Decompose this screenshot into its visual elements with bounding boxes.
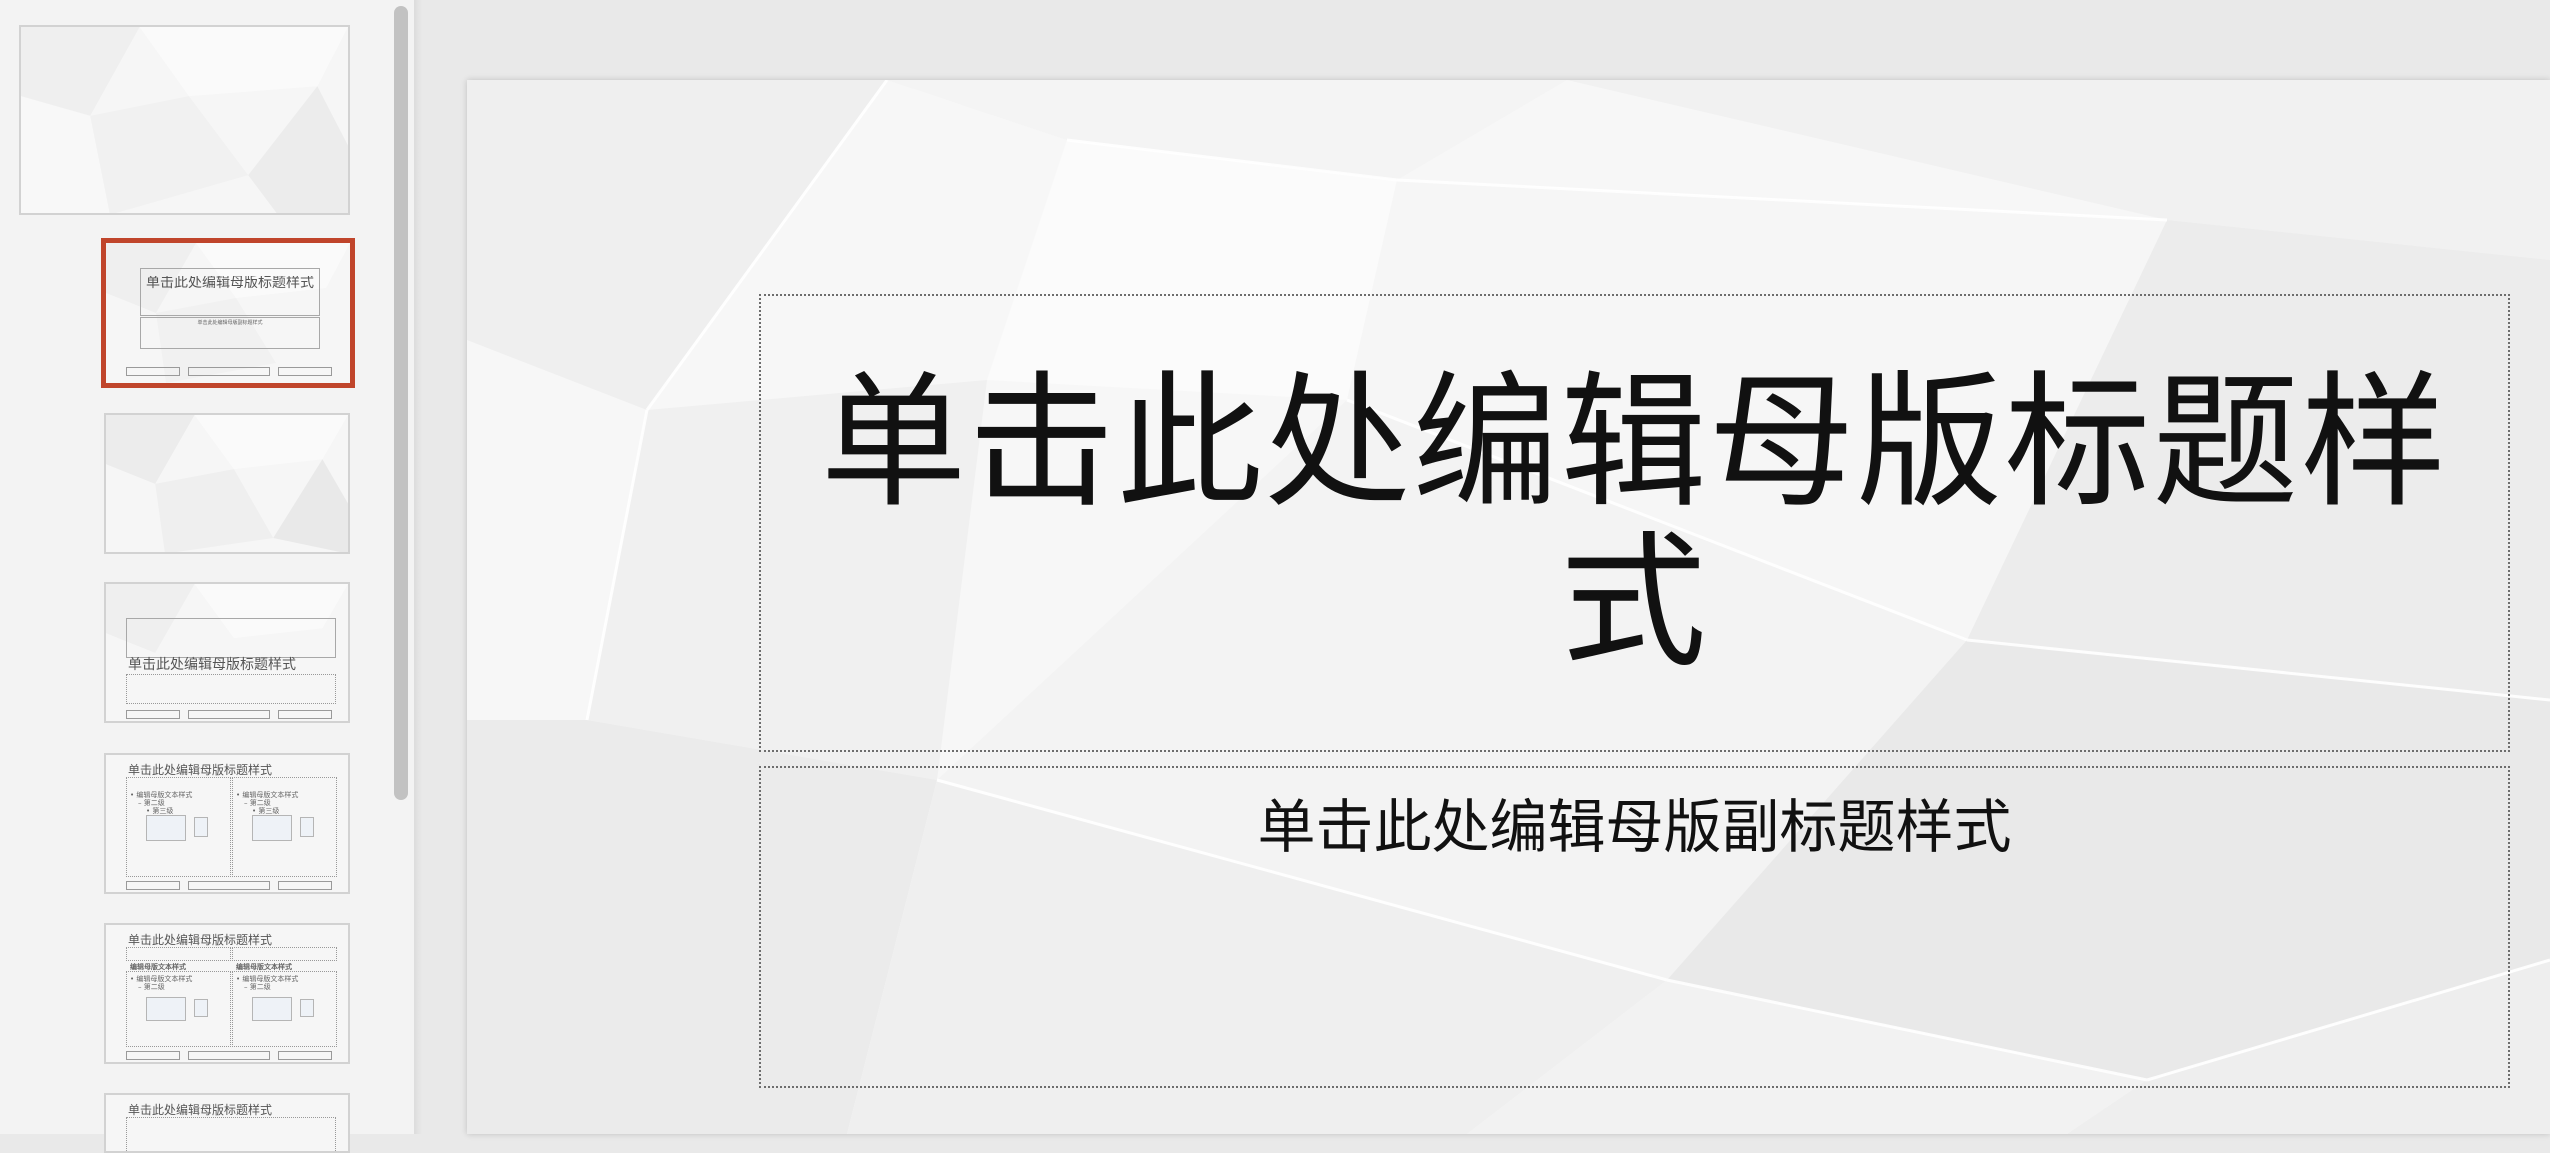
thumb-footer-text	[188, 710, 270, 719]
title-placeholder[interactable]: 单击此处编辑母版标题样式	[759, 294, 2510, 752]
thumbnail-scrollbar-thumb[interactable]	[394, 6, 408, 800]
thumb-right-heading: • 编辑母版文本样式	[236, 791, 299, 799]
thumb-left-heading: • 编辑母版文本样式	[130, 791, 193, 799]
thumb-footer-text	[188, 1051, 270, 1060]
thumb-right-level3: • 第三级	[252, 807, 280, 815]
thumbnail-comparison-layout[interactable]: 单击此处编辑母版标题样式 编辑母版文本样式 编辑母版文本样式 • 编辑母版文本样…	[104, 923, 350, 1064]
thumbnail-two-content-layout[interactable]: 单击此处编辑母版标题样式 • 编辑母版文本样式 – 第二级 • 第三级 • 编辑…	[104, 753, 350, 894]
background-pattern	[21, 27, 348, 213]
thumb-footer-number	[278, 881, 332, 890]
thumb-left-label-box	[126, 947, 231, 961]
background-pattern	[106, 415, 348, 552]
thumb-right-heading: • 编辑母版文本样式	[236, 975, 299, 983]
thumb-left-picture	[146, 815, 186, 841]
thumb-title-text: 单击此处编辑母版标题样式	[128, 763, 273, 777]
title-placeholder-text[interactable]: 单击此处编辑母版标题样式	[761, 363, 2508, 683]
thumb-subtitle-text: 单击此处编辑母版副标题样式	[197, 320, 263, 326]
thumbnail-section-layout[interactable]: 单击此处编辑母版标题样式	[104, 582, 350, 723]
subtitle-placeholder-text[interactable]: 单击此处编辑母版副标题样式	[761, 790, 2508, 864]
slide-thumbnail-pane[interactable]: 单击此处编辑母版标题样式 单击此处编辑母版副标题样式 单击此处编辑母版标题样式 …	[0, 0, 388, 1153]
thumb-right-table	[300, 999, 314, 1017]
thumb-right-label-box	[232, 947, 337, 961]
thumb-footer-number	[278, 1051, 332, 1060]
thumb-left-heading: • 编辑母版文本样式	[130, 975, 193, 983]
thumb-title-text: 单击此处编辑母版标题样式	[128, 657, 296, 673]
thumb-title-box	[126, 618, 336, 658]
thumb-footer-date	[126, 881, 180, 890]
thumb-right-picture	[252, 815, 292, 841]
thumb-footer-text	[188, 881, 270, 890]
thumb-left-label: 编辑母版文本样式	[130, 963, 186, 971]
thumb-title-text: 单击此处编辑母版标题样式	[128, 1103, 273, 1117]
thumb-left-level2: – 第二级	[138, 799, 165, 807]
thumb-left-picture	[146, 997, 186, 1021]
thumb-content-box	[126, 1117, 336, 1151]
thumb-right-label: 编辑母版文本样式	[236, 963, 292, 971]
thumb-left-table	[194, 817, 208, 837]
thumbnail-slide-master[interactable]	[19, 25, 350, 215]
thumb-title-text: 单击此处编辑母版标题样式	[128, 933, 273, 947]
thumb-left-level3: • 第三级	[146, 807, 174, 815]
thumb-right-level2: – 第二级	[244, 799, 271, 807]
thumb-left-table	[194, 999, 208, 1017]
thumb-right-level2: – 第二级	[244, 983, 271, 991]
thumb-text-box	[126, 674, 336, 704]
thumbnail-blank-layout[interactable]	[104, 413, 350, 554]
slide-canvas[interactable]: 单击此处编辑母版标题样式 单击此处编辑母版副标题样式	[467, 80, 2550, 1134]
thumb-footer-date	[126, 367, 180, 376]
subtitle-placeholder[interactable]: 单击此处编辑母版副标题样式	[759, 766, 2510, 1088]
thumb-right-picture	[252, 997, 292, 1021]
thumb-left-level2: – 第二级	[138, 983, 165, 991]
thumb-title-text: 单击此处编辑母版标题样式	[146, 276, 314, 291]
thumb-footer-date	[126, 1051, 180, 1060]
thumb-footer-text	[188, 367, 270, 376]
pane-splitter[interactable]	[414, 0, 422, 1134]
thumb-footer-number	[278, 367, 332, 376]
thumbnail-title-only-layout[interactable]: 单击此处编辑母版标题样式	[104, 1093, 350, 1153]
thumb-footer-date	[126, 710, 180, 719]
thumb-footer-number	[278, 710, 332, 719]
thumb-right-table	[300, 817, 314, 837]
thumbnail-title-layout[interactable]: 单击此处编辑母版标题样式 单击此处编辑母版副标题样式	[101, 238, 355, 388]
